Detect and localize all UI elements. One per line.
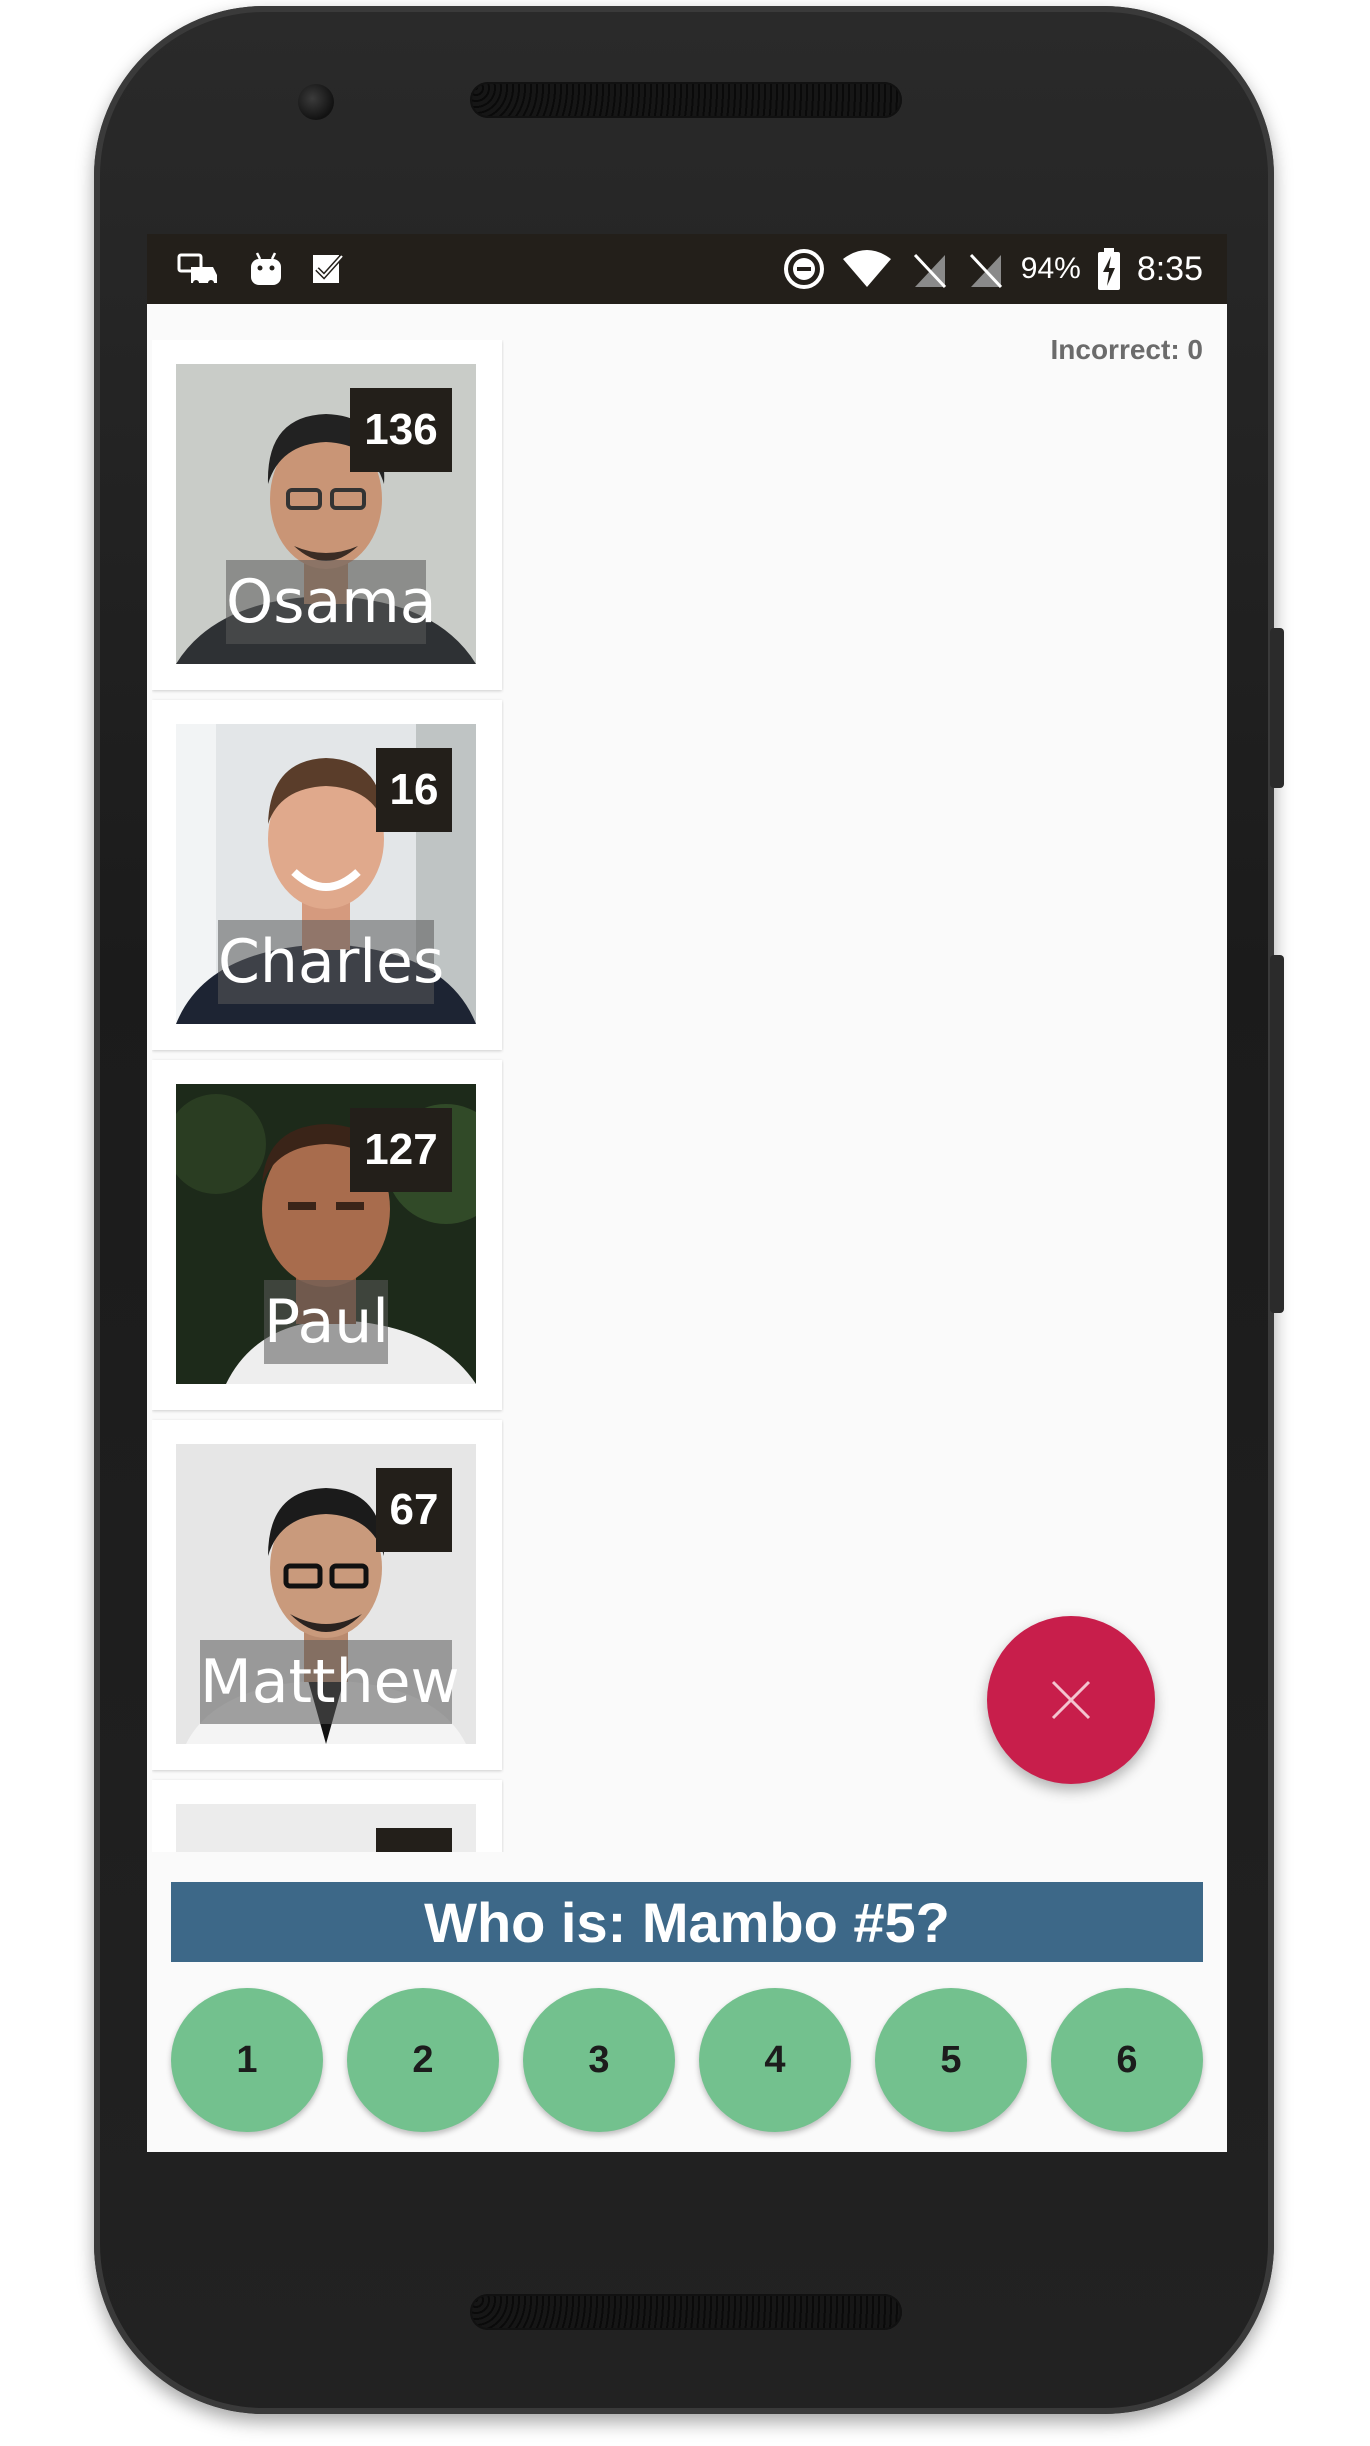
person-photo: 127 Paul: [176, 1084, 476, 1384]
answer-button-5[interactable]: 5: [875, 1988, 1027, 2132]
person-photo: [176, 1804, 476, 1852]
task-check-icon: [311, 251, 347, 287]
answer-button-4[interactable]: 4: [699, 1988, 851, 2132]
person-photo: 136 Osama: [176, 364, 476, 664]
person-number-badge: 67: [376, 1468, 452, 1552]
android-notification-icon: [249, 251, 283, 287]
person-card[interactable]: 67 Matthew: [152, 1420, 502, 1770]
front-camera: [298, 84, 334, 120]
question-banner: Who is: Mambo #5?: [171, 1882, 1203, 1962]
battery-charging-icon: [1097, 248, 1121, 290]
answer-buttons: 1 2 3 4 5 6: [171, 1988, 1203, 2132]
people-list[interactable]: 136 Osama 16 Charles 127 Paul 67 Matthew: [152, 340, 504, 1852]
do-not-disturb-icon: [783, 248, 825, 290]
answer-button-2[interactable]: 2: [347, 1988, 499, 2132]
answer-button-6[interactable]: 6: [1051, 1988, 1203, 2132]
person-card[interactable]: [152, 1780, 502, 1852]
person-name-label: Matthew: [200, 1640, 460, 1724]
app-screen: 94% 8:35 Incorrect: 0 136 Osama 16 Charl…: [147, 234, 1227, 2152]
volume-button: [1270, 955, 1284, 1313]
device-mockup: 94% 8:35 Incorrect: 0 136 Osama 16 Charl…: [0, 0, 1370, 2446]
power-button: [1270, 628, 1284, 788]
person-photo: 67 Matthew: [176, 1444, 476, 1744]
person-name-label: Paul: [264, 1280, 389, 1364]
no-sim-icon: [909, 249, 949, 289]
person-number-badge: [376, 1828, 452, 1852]
close-fab-button[interactable]: [987, 1616, 1155, 1784]
incorrect-counter: Incorrect: 0: [1050, 334, 1204, 365]
person-number-badge: 127: [350, 1108, 452, 1192]
person-number-badge: 136: [350, 388, 452, 472]
car-notification-icon: [177, 251, 221, 287]
answer-button-1[interactable]: 1: [171, 1988, 323, 2132]
bottom-speaker-grille: [470, 2294, 902, 2330]
person-name-label: Osama: [226, 560, 436, 644]
no-sim-icon-2: [965, 249, 1005, 289]
clock-time: 8:35: [1136, 249, 1203, 288]
person-photo: 16 Charles: [176, 724, 476, 1024]
answer-button-3[interactable]: 3: [523, 1988, 675, 2132]
person-number-badge: 16: [376, 748, 452, 832]
person-card[interactable]: 127 Paul: [152, 1060, 502, 1410]
wifi-icon: [841, 249, 893, 289]
person-card[interactable]: 16 Charles: [152, 700, 502, 1050]
person-name-label: Charles: [218, 920, 444, 1004]
close-icon: [1049, 1678, 1093, 1722]
status-bar: 94% 8:35: [147, 234, 1227, 304]
battery-percent: 94%: [1020, 252, 1081, 285]
person-card[interactable]: 136 Osama: [152, 340, 502, 690]
top-speaker-grille: [470, 82, 902, 118]
